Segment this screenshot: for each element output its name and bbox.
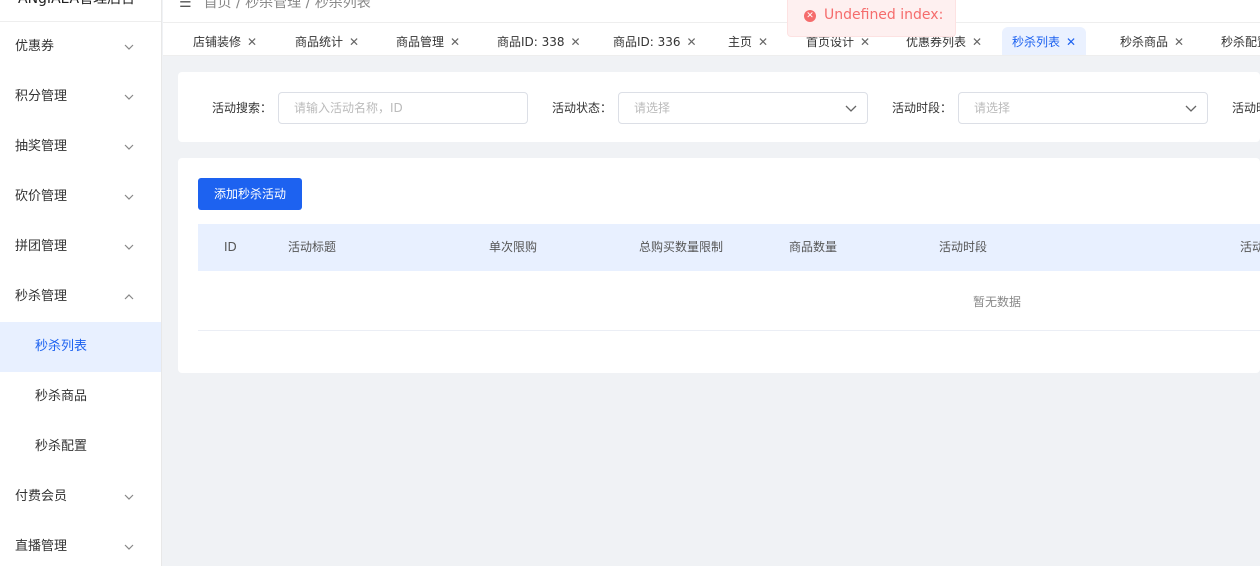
sidebar-item-flash-sale[interactable]: 秒杀管理 [0,272,161,322]
activity-period-select[interactable]: 请选择 [958,92,1208,124]
close-icon[interactable]: ✕ [450,35,460,49]
search-panel: 活动搜索： 请输入活动名称，ID 活动状态： 请选择 活动时段： 请选择 活动时 [178,72,1260,142]
close-icon[interactable]: ✕ [972,35,982,49]
flash-sale-table-panel: 添加秒杀活动 ID 活动标题 单次限购 总购买数量限制 商品数量 活动时段 活动… [178,158,1260,373]
tab-label: 商品ID: 336 [613,35,681,49]
sidebar-subitem-flash-sale-config[interactable]: 秒杀配置 [0,422,161,472]
activity-period-label: 活动时段： [892,101,953,115]
select-placeholder: 请选择 [634,101,671,115]
sidebar-item-group-buy[interactable]: 拼团管理 [0,222,161,272]
tab-label: 秒杀配置 [1221,35,1260,49]
tab-product-management[interactable]: 商品管理 ✕ [386,27,470,55]
close-icon[interactable]: ✕ [687,35,697,49]
sidebar-item-bargain[interactable]: 砍价管理 [0,172,161,222]
chevron-down-icon [845,105,857,112]
tab-flash-sale-config[interactable]: 秒杀配置 [1211,27,1260,55]
column-header-product-count: 商品数量 [789,240,838,254]
close-icon[interactable]: ✕ [758,35,768,49]
tab-product-338[interactable]: 商品ID: 338 ✕ [487,27,591,55]
error-icon: ✕ [804,10,816,22]
chevron-down-icon [124,94,134,100]
chevron-down-icon [1185,105,1197,112]
close-icon[interactable]: ✕ [860,35,870,49]
sidebar-item-label: 秒杀管理 [15,289,68,304]
sidebar-subitem-label: 秒杀商品 [35,389,88,404]
tabs-bar: 店铺装修 ✕ 商品统计 ✕ 商品管理 ✕ 商品ID: 338 ✕ 商品ID: 336 ✕ … [163,22,1260,56]
tab-label: 店铺装修 [193,35,242,49]
tab-label: 商品管理 [396,35,445,49]
top-header: ☰ 首页 / 秒杀管理 / 秒杀列表 [163,0,1260,22]
activity-status-select[interactable]: 请选择 [618,92,868,124]
table-header: ID 活动标题 单次限购 总购买数量限制 商品数量 活动时段 活动 [198,224,1260,271]
tab-product-336[interactable]: 商品ID: 336 ✕ [603,27,707,55]
breadcrumb: ☰ 首页 / 秒杀管理 / 秒杀列表 [179,0,371,12]
tab-product-stats[interactable]: 商品统计 ✕ [285,27,369,55]
tab-shop-decoration[interactable]: 店铺装修 ✕ [183,27,267,55]
close-icon[interactable]: ✕ [571,35,581,49]
sidebar: ANgIAEA管理后台 优惠券 积分管理 抽奖管理 砍价管理 拼团管理 秒杀管理… [0,0,162,566]
sidebar-item-label: 抽奖管理 [15,139,68,154]
breadcrumb-text: 首页 / 秒杀管理 / 秒杀列表 [203,0,371,11]
sidebar-subitem-label: 秒杀配置 [35,439,88,454]
column-header-single-limit: 单次限购 [489,240,538,254]
activity-status-label: 活动状态： [552,101,613,115]
sidebar-item-label: 付费会员 [15,489,68,504]
close-icon[interactable]: ✕ [1174,35,1184,49]
add-flash-sale-button[interactable]: 添加秒杀活动 [198,178,302,210]
column-header-activity: 活动 [1240,240,1260,254]
close-icon[interactable]: ✕ [1066,35,1076,49]
chevron-down-icon [124,244,134,250]
input-placeholder: 请输入活动名称，ID [294,101,403,115]
tab-label: 主页 [728,35,753,49]
table-divider [198,330,1260,331]
sidebar-item-label: 优惠券 [15,39,55,54]
empty-state-text: 暂无数据 [973,295,1022,309]
column-header-total-limit: 总购买数量限制 [639,240,724,254]
tab-label: 首页设计 [806,35,855,49]
tab-flash-sale-products[interactable]: 秒杀商品 ✕ [1110,27,1194,55]
sidebar-subitem-label: 秒杀列表 [35,339,88,354]
tab-label: 秒杀商品 [1120,35,1169,49]
sidebar-item-label: 积分管理 [15,89,68,104]
chevron-up-icon [124,294,134,300]
sidebar-item-live[interactable]: 直播管理 [0,522,161,566]
select-placeholder: 请选择 [974,101,1011,115]
tab-home[interactable]: 主页 ✕ [718,27,778,55]
close-icon[interactable]: ✕ [349,35,359,49]
menu-toggle-icon[interactable]: ☰ [179,0,192,11]
chevron-down-icon [124,144,134,150]
chevron-down-icon [124,494,134,500]
sidebar-subitem-flash-sale-list[interactable]: 秒杀列表 [0,322,161,372]
activity-time-label: 活动时 [1232,101,1260,115]
column-header-period: 活动时段 [939,240,988,254]
sidebar-item-label: 直播管理 [15,539,68,554]
toast-message: Undefined index: [824,7,944,23]
chevron-down-icon [124,544,134,550]
sidebar-item-paid-membership[interactable]: 付费会员 [0,472,161,522]
tab-flash-sale-list[interactable]: 秒杀列表 ✕ [1002,27,1087,55]
sidebar-item-coupons[interactable]: 优惠券 [0,22,161,72]
activity-search-input[interactable]: 请输入活动名称，ID [278,92,528,124]
tab-label: 秒杀列表 [1012,35,1061,49]
tab-label: 商品ID: 338 [497,35,565,49]
sidebar-subitem-flash-sale-products[interactable]: 秒杀商品 [0,372,161,422]
close-icon[interactable]: ✕ [247,35,257,49]
column-header-title: 活动标题 [288,240,337,254]
sidebar-item-label: 拼团管理 [15,239,68,254]
app-logo: ANgIAEA管理后台 [0,0,161,22]
chevron-down-icon [124,44,134,50]
sidebar-item-label: 砍价管理 [15,189,68,204]
tab-label: 商品统计 [295,35,344,49]
chevron-down-icon [124,194,134,200]
sidebar-item-points[interactable]: 积分管理 [0,72,161,122]
activity-search-label: 活动搜索： [212,101,273,115]
error-toast: ✕ Undefined index: [787,0,956,37]
column-header-id: ID [224,240,237,254]
sidebar-item-lottery[interactable]: 抽奖管理 [0,122,161,172]
tab-label: 优惠券列表 [906,35,967,49]
